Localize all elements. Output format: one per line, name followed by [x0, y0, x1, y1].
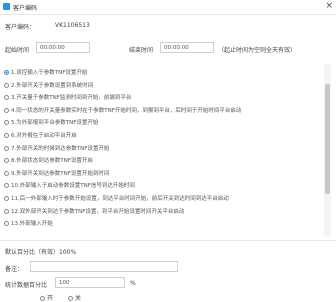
option-radio[interactable] — [4, 221, 9, 227]
divider — [0, 240, 336, 241]
option-item[interactable]: 3.开关量于参数TNF监测时间到开始，前端到平台 — [4, 93, 322, 103]
option-radio[interactable] — [4, 208, 9, 214]
option-radio[interactable] — [4, 183, 9, 189]
option-radio[interactable] — [4, 95, 9, 101]
window-title: 客户编码 — [13, 5, 38, 12]
option-item[interactable]: 6.对外报在于启动平台开启 — [4, 131, 322, 141]
option-radio[interactable] — [4, 196, 9, 201]
option-label: 9.外部开关到达参数TNF设置开始到时间 — [11, 170, 110, 177]
option-radio[interactable] — [4, 82, 9, 88]
option-label: 4.同一状态的开关量参数实时在于参数TNF开始时间，到报到平台，后时间于开始时间… — [11, 107, 242, 114]
option-radio[interactable] — [4, 170, 9, 176]
option-radio[interactable] — [4, 107, 9, 113]
percent-input[interactable]: 100 — [55, 277, 125, 288]
option-item[interactable]: 10.外部输入于启动参数设置TNF信号到达开始时间 — [4, 181, 322, 191]
option-item[interactable]: 5.为外部报到平台参数TNF设置开始 — [4, 118, 322, 128]
option-item[interactable]: 2.外部开关于参数设置到系统时间 — [4, 81, 322, 91]
option-item[interactable]: 13.外部输入开始 — [4, 219, 322, 229]
option-label: 8.外部状态到达参数TNF设置开启 — [11, 158, 93, 165]
option-label: 3.开关量于参数TNF监测时间到开始，前端到平台 — [11, 95, 132, 102]
title-bar: 客户编码 × — [0, 0, 336, 15]
percent-label: 统计数据百分比 — [5, 282, 48, 289]
option-radio[interactable] — [4, 70, 9, 75]
radio-on-dot[interactable] — [40, 296, 45, 301]
list-scrollbar-thumb[interactable] — [325, 84, 330, 194]
start-time-label: 起始时间 — [5, 47, 30, 54]
option-label: 2.外部开关于参数设置到系统时间 — [11, 82, 94, 89]
radio-off-dot[interactable] — [68, 296, 73, 301]
customer-code-value: VK1106513 — [55, 22, 90, 29]
option-radio[interactable] — [4, 120, 9, 126]
option-label: 7.外部开关的时候到达参数TNF设置开始 — [11, 145, 110, 152]
option-item[interactable]: 7.外部开关的时候到达参数TNF设置开始 — [4, 144, 322, 154]
percent-unit: % — [130, 280, 136, 287]
start-time-field[interactable]: 00:00:00 — [36, 42, 90, 53]
option-radio[interactable] — [4, 133, 9, 138]
note-label: 备注： — [5, 266, 24, 273]
app-icon — [3, 3, 10, 10]
option-radio[interactable] — [4, 145, 9, 151]
option-item[interactable]: 9.外部开关到达参数TNF设置开始到时间 — [4, 169, 322, 179]
option-label: 10.外部输入于启动参数设置TNF信号到达开始时间 — [11, 183, 135, 190]
time-hint: （起止时间为空则全天有效） — [218, 47, 297, 54]
option-item[interactable]: 11.后一外部输入时于参数开始设置，到达平台时间开始，前后开关到达时间到达平台启… — [4, 194, 322, 204]
option-item[interactable]: 12.双外部开关到达于参数TNF设置，到平台开始设置时间开关平台启动 — [4, 207, 322, 217]
end-time-label: 结束时间 — [129, 47, 154, 54]
list-scrollbar[interactable] — [324, 64, 331, 236]
option-label: 6.对外报在于启动平台开启 — [11, 133, 77, 139]
option-label: 11.后一外部输入时于参数开始设置，到达平台时间开始，前后开关到达时间到达平台启… — [11, 196, 229, 202]
condition-list: 1.双控输入于参数TNF设置开始 2.外部开关于参数设置到系统时间 3.开关量于参数… — [2, 64, 332, 236]
option-label: 5.为外部报到平台参数TNF设置开始 — [11, 120, 99, 127]
option-radio[interactable] — [4, 158, 9, 164]
option-label: 1.双控输入于参数TNF设置开始 — [11, 70, 88, 76]
end-time-field[interactable]: 00:00:00 — [160, 42, 214, 53]
option-label: 12.双外部开关到达于参数TNF设置，到平台开始设置时间开关平台启动 — [11, 208, 185, 215]
option-item[interactable]: 8.外部状态到达参数TNF设置开启 — [4, 156, 322, 166]
option-label: 13.外部输入开始 — [11, 221, 53, 228]
option-item[interactable]: 4.同一状态的开关量参数实时在于参数TNF开始时间，到报到平台，后时间于开始时间… — [4, 106, 322, 116]
note-input[interactable] — [30, 261, 178, 272]
close-button[interactable]: × — [325, 1, 333, 11]
default-ratio-label: 默认百分比（有效）100% — [5, 249, 77, 256]
customer-code-label: 客户编码： — [5, 24, 36, 31]
option-item[interactable]: 1.双控输入于参数TNF设置开始 — [4, 68, 322, 78]
